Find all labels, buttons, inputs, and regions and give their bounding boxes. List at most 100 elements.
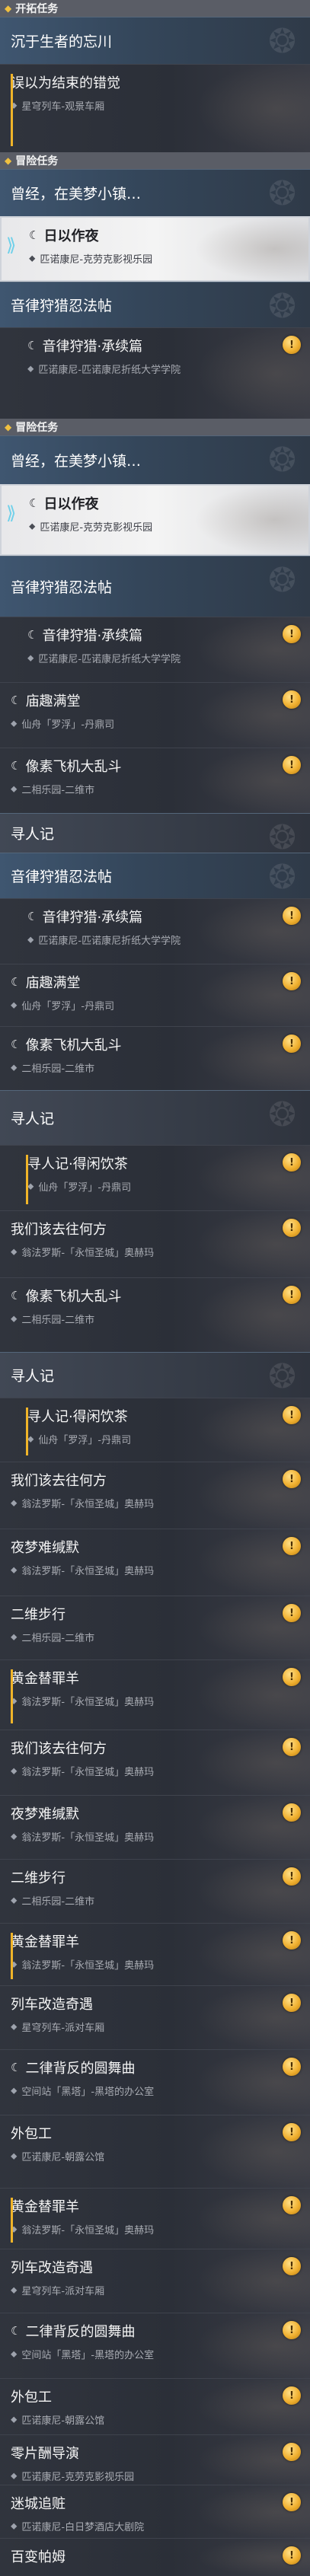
quest-item[interactable]: 误以为结束的错觉 ⬥ 星穹列车-观景车厢 xyxy=(0,64,310,152)
quest-item[interactable]: ☾ 音律狩猎·承续篇 ⬥ 匹诺康尼-匹诺康尼折纸大学学院! xyxy=(0,898,310,964)
quest-item[interactable]: 我们该去往何方 ⬥ 翁法罗斯-「永恒圣城」奥赫玛! xyxy=(0,1730,310,1795)
quest-item[interactable]: ☾ 像素飞机大乱斗 ⬥ 二相乐园-二维市! xyxy=(0,1026,310,1090)
tracking-icon[interactable]: ⟫ xyxy=(6,502,16,524)
quest-group[interactable]: 寻人记 ❂ xyxy=(0,1090,310,1145)
reward-badge-icon: ! xyxy=(283,1738,301,1756)
quest-item[interactable]: ⟫ ☾ 日以作夜 ⬥ 匹诺康尼-克劳克影视乐园 xyxy=(0,484,310,556)
group-emblem-icon: ❂ xyxy=(268,818,296,853)
quest-item[interactable]: 列车改造奇遇 ⬥ 星穹列车-派对车厢! xyxy=(0,1985,310,2049)
reward-badge-icon: ! xyxy=(283,1035,301,1053)
quest-group[interactable]: 沉于生者的忘川 ❂ xyxy=(0,17,310,64)
quest-title: 寻人记·得闲饮茶 xyxy=(27,1409,128,1425)
quest-group[interactable]: 寻人记 ❂ xyxy=(0,813,310,853)
location-pin-icon: ⬥ xyxy=(11,1497,18,1508)
quest-item[interactable]: 迷城追赃 ⬥ 匹诺康尼-白日梦酒店大剧院! xyxy=(0,2485,310,2538)
quest-item[interactable]: ☾ 音律狩猎·承续篇 ⬥ 匹诺康尼-匹诺康尼折纸大学学院! xyxy=(0,327,310,419)
quest-group-title: 寻人记 xyxy=(11,826,55,843)
section-diamond-icon: ◆ xyxy=(5,155,12,166)
quest-location-text: 匹诺康尼-克劳克影视乐园 xyxy=(40,254,153,266)
location-pin-icon: ⬥ xyxy=(11,2414,18,2425)
quest-title: 外包工 xyxy=(11,2126,52,2142)
dream-icon: ☾ xyxy=(27,339,38,352)
quest-item[interactable]: 黄金替罪羊 ⬥ 翁法罗斯-「永恒圣城」奥赫玛! xyxy=(0,1659,310,1730)
quest-item[interactable]: ⟫ ☾ 日以作夜 ⬥ 匹诺康尼-克劳克影视乐园 xyxy=(0,216,310,282)
location-pin-icon: ⬥ xyxy=(11,1246,18,1257)
tracking-icon[interactable]: ⟫ xyxy=(6,234,16,256)
section-diamond-icon: ◆ xyxy=(5,422,12,432)
quest-title: 庙趣满堂 xyxy=(25,693,81,709)
quest-item[interactable]: 黄金替罪羊 ⬥ 翁法罗斯-「永恒圣城」奥赫玛! xyxy=(0,2188,310,2249)
quest-item[interactable]: 二维步行 ⬥ 二相乐园-二维市! xyxy=(0,1596,310,1659)
group-emblem-icon: ❂ xyxy=(268,858,296,897)
section-title: 冒险任务 xyxy=(15,422,59,434)
quest-group-title: 曾经，在美梦小镇… xyxy=(11,186,142,202)
quest-accent-bar xyxy=(11,2198,13,2243)
location-pin-icon: ⬥ xyxy=(27,1433,34,1444)
group-emblem-icon: ❂ xyxy=(268,561,296,600)
reward-badge-icon: ! xyxy=(283,1668,301,1686)
quest-location-text: 匹诺康尼-克劳克影视乐园 xyxy=(21,2472,135,2483)
quest-title: 像素飞机大乱斗 xyxy=(25,1038,122,1054)
location-pin-icon: ⬥ xyxy=(11,1062,18,1073)
quest-item[interactable]: ☾ 二律背反的圆舞曲 ⬥ 空间站「黑塔」-黑塔的办公室! xyxy=(0,2313,310,2378)
quest-item[interactable]: ☾ 像素飞机大乱斗 ⬥ 二相乐园-二维市! xyxy=(0,1277,310,1352)
quest-item[interactable]: 外包工 ⬥ 匹诺康尼-朝露公馆! xyxy=(0,2115,310,2188)
section-header: ◆ 冒险任务 xyxy=(0,419,310,435)
quest-location-text: 翁法罗斯-「永恒圣城」奥赫玛 xyxy=(21,1767,155,1778)
quest-group[interactable]: 曾经，在美梦小镇… ❂ xyxy=(0,169,310,216)
quest-location-text: 二相乐园-二维市 xyxy=(21,785,95,796)
quest-location-text: 翁法罗斯-「永恒圣城」奥赫玛 xyxy=(21,1832,155,1844)
location-pin-icon: ⬥ xyxy=(11,1564,18,1575)
quest-title: 音律狩猎·承续篇 xyxy=(42,339,143,355)
quest-item[interactable]: ☾ 庙趣满堂 ⬥ 仙舟「罗浮」-丹鼎司! xyxy=(0,682,310,748)
location-pin-icon: ⬥ xyxy=(11,999,18,1010)
quest-accent-bar xyxy=(11,1669,13,1723)
reward-badge-icon: ! xyxy=(283,1153,301,1172)
quest-accent-bar xyxy=(26,1408,28,1455)
quest-location-text: 二相乐园-二维市 xyxy=(21,1315,95,1326)
quest-item[interactable]: 寻人记·得闲饮茶 ⬥ 仙舟「罗浮」-丹鼎司! xyxy=(0,1398,310,1462)
quest-item[interactable]: 黄金替罪羊 ⬥ 翁法罗斯-「永恒圣城」奥赫玛! xyxy=(0,1923,310,1985)
quest-group[interactable]: 曾经，在美梦小镇… ❂ xyxy=(0,435,310,484)
reward-badge-icon: ! xyxy=(283,1994,301,2012)
location-pin-icon: ⬥ xyxy=(11,1895,18,1905)
quest-item[interactable]: ☾ 二律背反的圆舞曲 ⬥ 空间站「黑塔」-黑塔的办公室! xyxy=(0,2049,310,2115)
quest-item[interactable]: 零片酬导演 ⬥ 匹诺康尼-克劳克影视乐园! xyxy=(0,2434,310,2485)
group-emblem-icon: ❂ xyxy=(268,174,296,213)
quest-item[interactable]: 我们该去往何方 ⬥ 翁法罗斯-「永恒圣城」奥赫玛! xyxy=(0,1462,310,1529)
quest-title: 黄金替罪羊 xyxy=(11,2199,79,2215)
group-emblem-icon: ❂ xyxy=(268,22,296,61)
quest-title: 夜梦难缄默 xyxy=(11,1806,79,1822)
quest-item[interactable]: 我们该去往何方 ⬥ 翁法罗斯-「永恒圣城」奥赫玛! xyxy=(0,1210,310,1277)
quest-group-title: 寻人记 xyxy=(11,1368,55,1385)
quest-item[interactable]: 外包工 ⬥ 匹诺康尼-朝露公馆! xyxy=(0,2378,310,2434)
reward-badge-icon: ! xyxy=(283,625,301,643)
quest-group-title: 音律狩猎忍法帖 xyxy=(11,298,113,314)
quest-item[interactable]: 二维步行 ⬥ 二相乐园-二维市! xyxy=(0,1859,310,1923)
quest-location-text: 匹诺康尼-克劳克影视乐园 xyxy=(40,522,153,534)
quest-item[interactable]: 夜梦难缄默 ⬥ 翁法罗斯-「永恒圣城」奥赫玛! xyxy=(0,1795,310,1859)
dream-icon: ☾ xyxy=(29,496,40,510)
quest-group[interactable]: 音律狩猎忍法帖 ❂ xyxy=(0,282,310,327)
quest-item[interactable]: ☾ 音律狩猎·承续篇 ⬥ 匹诺康尼-匹诺康尼折纸大学学院! xyxy=(0,617,310,682)
quest-item[interactable]: 列车改造奇遇 ⬥ 星穹列车-派对车厢! xyxy=(0,2249,310,2313)
reward-badge-icon: ! xyxy=(283,336,301,354)
quest-location-text: 星穹列车-派对车厢 xyxy=(21,2023,105,2034)
quest-item[interactable]: 夜梦难缄默 ⬥ 翁法罗斯-「永恒圣城」奥赫玛! xyxy=(0,1529,310,1596)
quest-item[interactable]: 百变帕姆! xyxy=(0,2538,310,2576)
quest-location-text: 空间站「黑塔」-黑塔的办公室 xyxy=(21,2350,155,2361)
reward-badge-icon: ! xyxy=(283,1219,301,1237)
quest-accent-bar xyxy=(11,1933,13,1979)
quest-group[interactable]: 音律狩猎忍法帖 ❂ xyxy=(0,853,310,898)
quest-group[interactable]: 音律狩猎忍法帖 ❂ xyxy=(0,556,310,617)
quest-title: 像素飞机大乱斗 xyxy=(25,1289,122,1305)
section-title: 冒险任务 xyxy=(15,155,59,167)
quest-location-text: 翁法罗斯-「永恒圣城」奥赫玛 xyxy=(21,1960,155,1972)
dream-icon: ☾ xyxy=(11,759,21,773)
quest-location-text: 星穹列车-派对车厢 xyxy=(21,2286,105,2297)
quest-title: 音律狩猎·承续篇 xyxy=(42,628,143,644)
quest-item[interactable]: ☾ 像素飞机大乱斗 ⬥ 二相乐园-二维市! xyxy=(0,748,310,813)
quest-item[interactable]: 寻人记·得闲饮茶 ⬥ 仙舟「罗浮」-丹鼎司! xyxy=(0,1145,310,1210)
quest-item[interactable]: ☾ 庙趣满堂 ⬥ 仙舟「罗浮」-丹鼎司! xyxy=(0,964,310,1026)
quest-group[interactable]: 寻人记 ❂ xyxy=(0,1352,310,1398)
